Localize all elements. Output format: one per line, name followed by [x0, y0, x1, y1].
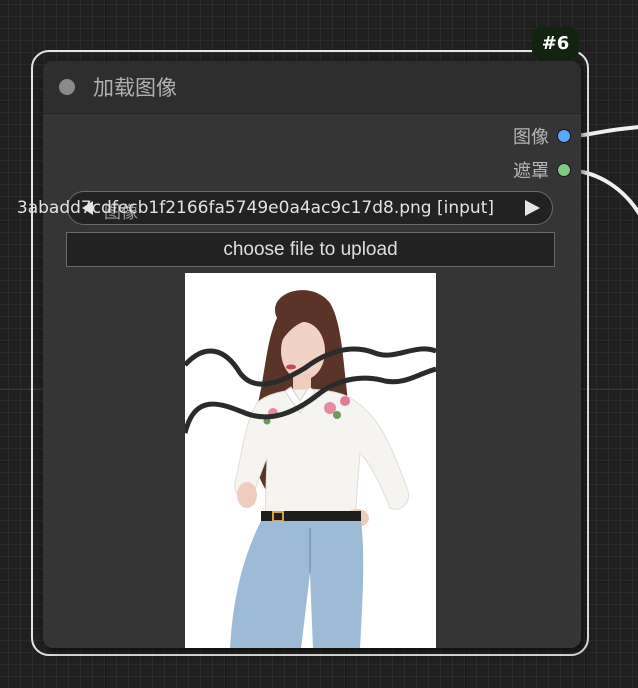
output-slot-image[interactable]: 图像: [513, 125, 571, 148]
preview-photo: [185, 273, 436, 648]
right-triangle-icon[interactable]: [525, 200, 540, 216]
node-id-badge: #6: [532, 27, 579, 59]
node-title: 加载图像: [93, 76, 177, 100]
output-slot-mask[interactable]: 遮罩: [513, 159, 571, 182]
node-header[interactable]: 加载图像: [43, 61, 581, 114]
collapse-toggle[interactable]: [59, 79, 75, 95]
image-preview: [185, 273, 436, 648]
mask-output-dot-icon[interactable]: [557, 163, 571, 177]
output-label-mask: 遮罩: [513, 161, 549, 182]
image-select-combo[interactable]: 图像 3abadd7cdfecb1f2166fa5749e0a4ac9c17d8…: [17, 191, 553, 225]
left-triangle-icon[interactable]: [82, 201, 93, 215]
output-label-image: 图像: [513, 127, 549, 148]
load-image-node[interactable]: 加载图像 图像 遮罩 choose file to upload: [43, 61, 581, 648]
upload-button[interactable]: choose file to upload: [66, 232, 555, 267]
image-output-dot-icon[interactable]: [557, 129, 571, 143]
